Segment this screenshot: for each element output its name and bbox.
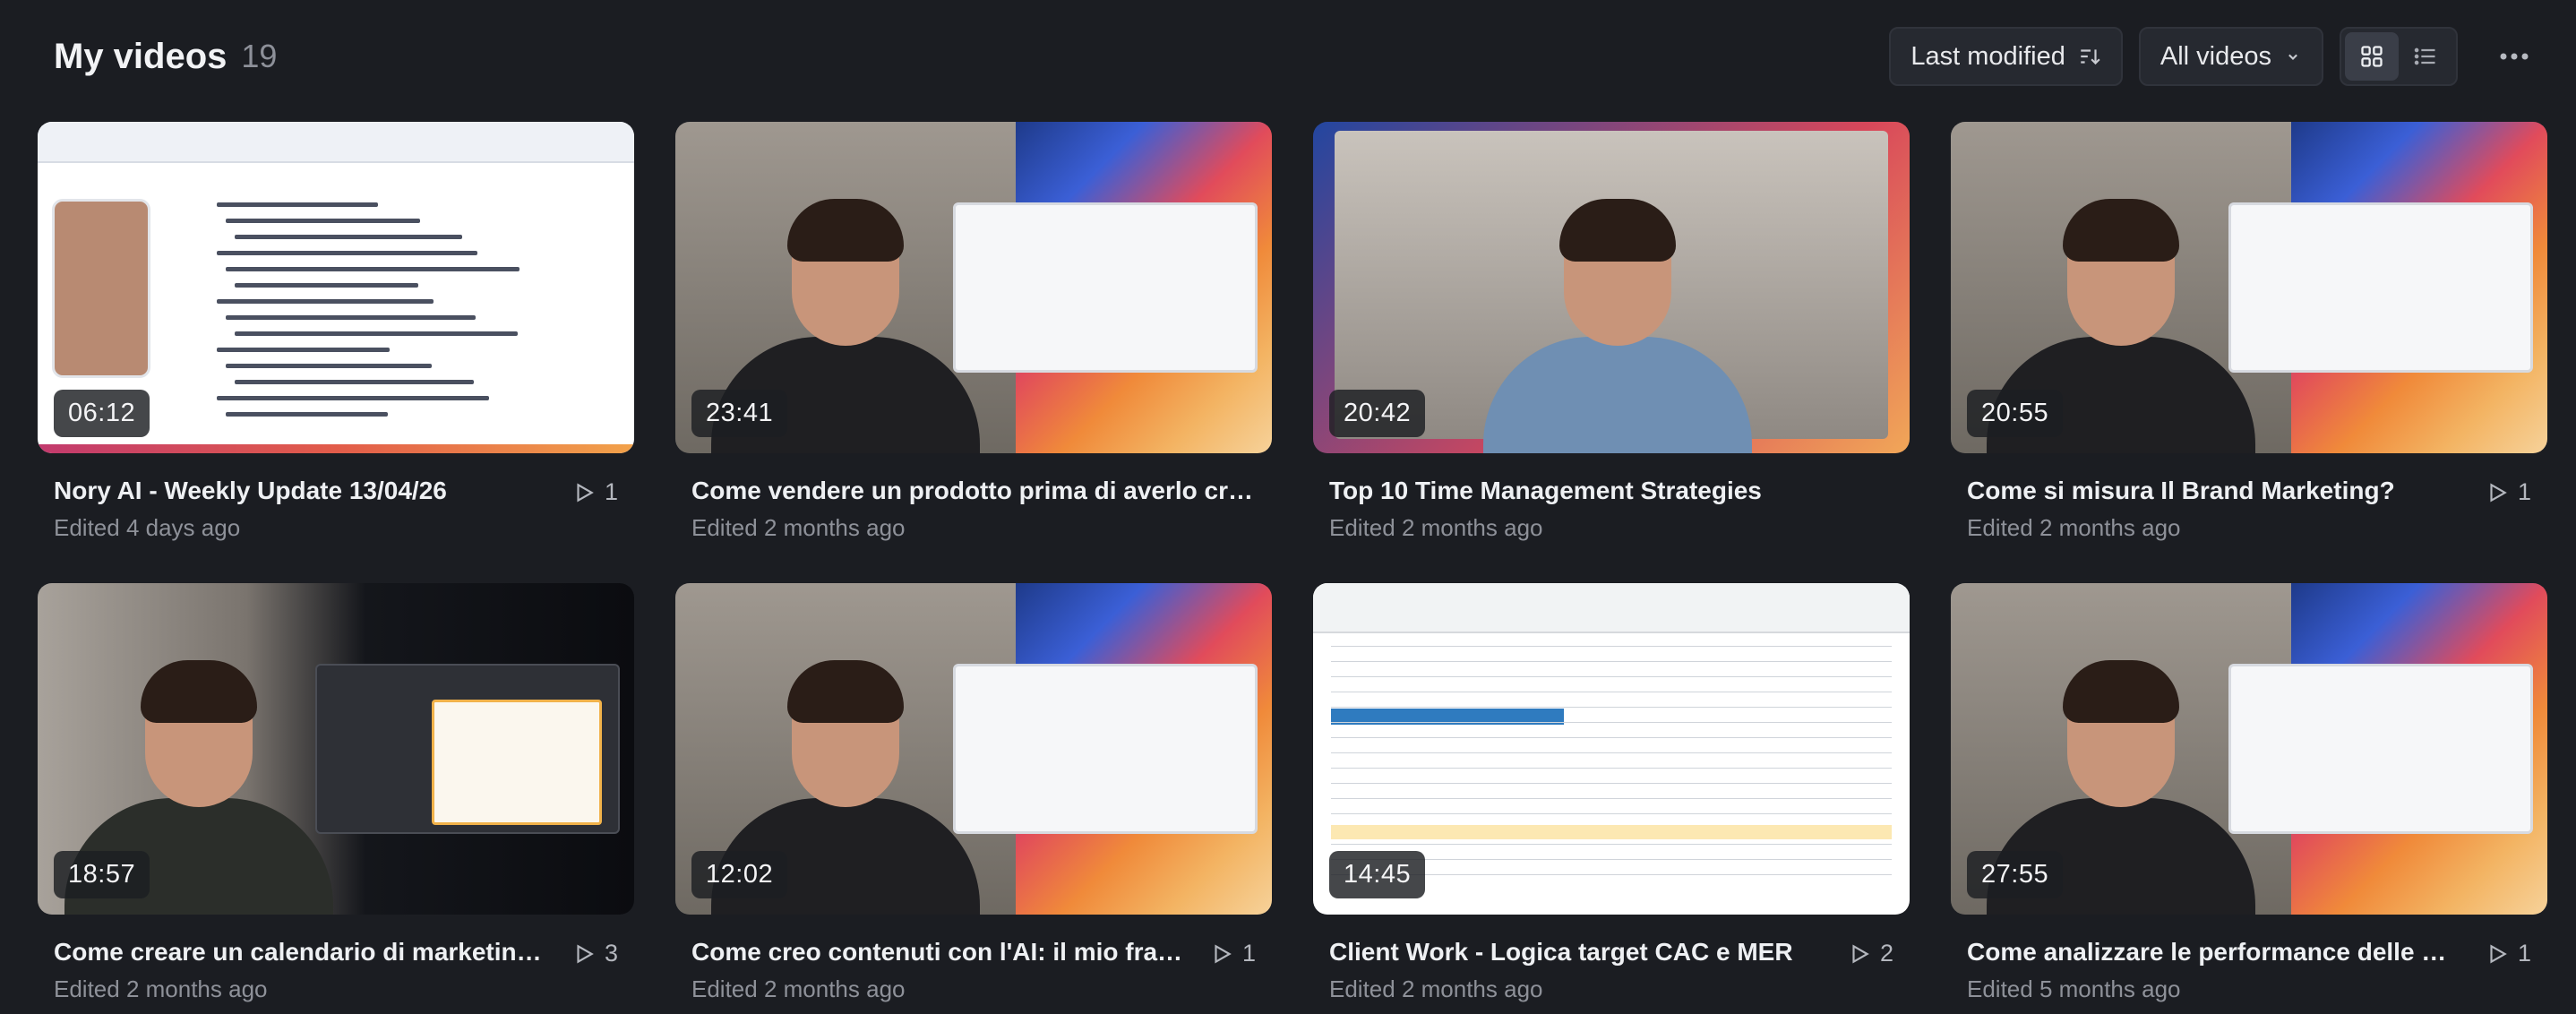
video-thumbnail[interactable]: 14:45: [1313, 583, 1910, 915]
edited-time: Edited 2 months ago: [1329, 975, 1543, 1002]
video-thumbnail[interactable]: 06:12: [38, 122, 634, 453]
video-card[interactable]: 18:57 Come creare un calendario di marke…: [38, 583, 634, 1003]
video-meta: Come si misura Il Brand Marketing? Edite…: [1951, 477, 2547, 542]
video-title[interactable]: Come creo contenuti con l'AI: il mio fra…: [691, 938, 1196, 967]
page-title: My videos: [54, 36, 228, 76]
video-meta: Come creo contenuti con l'AI: il mio fra…: [675, 938, 1272, 1003]
edited-time: Edited 5 months ago: [1967, 975, 2181, 1002]
video-thumbnail[interactable]: 20:42: [1313, 122, 1910, 453]
list-view-button[interactable]: [2399, 32, 2452, 81]
view-toggle: [2340, 27, 2458, 86]
view-count: 1: [1210, 940, 1256, 967]
view-count-number: 1: [2517, 940, 2531, 967]
video-thumbnail[interactable]: 18:57: [38, 583, 634, 915]
grid-view-icon: [2361, 46, 2383, 67]
view-count-number: 1: [2517, 478, 2531, 505]
video-duration: 18:57: [54, 851, 150, 898]
more-options-button[interactable]: [2485, 27, 2544, 86]
edited-time: Edited 2 months ago: [691, 514, 906, 541]
video-meta: Come vendere un prodotto prima di averlo…: [675, 477, 1272, 542]
video-duration: 12:02: [691, 851, 788, 898]
play-outline-icon: [577, 482, 594, 503]
video-card[interactable]: 20:42 Top 10 Time Management Strategies …: [1313, 122, 1910, 542]
edited-time: Edited 2 months ago: [691, 975, 906, 1002]
video-duration: 23:41: [691, 390, 788, 437]
sort-descending-icon: [2081, 49, 2100, 65]
video-title[interactable]: Come vendere un prodotto prima di averlo…: [691, 477, 1256, 505]
view-count: 1: [2486, 478, 2531, 506]
chevron-down-icon: [2288, 54, 2297, 60]
video-thumbnail[interactable]: 23:41: [675, 122, 1272, 453]
sort-label: Last modified: [1911, 41, 2065, 71]
view-count-number: 2: [1879, 940, 1893, 967]
video-duration: 06:12: [54, 390, 150, 437]
video-count: 19: [241, 38, 278, 74]
video-meta: Come creare un calendario di marketin… E…: [38, 938, 634, 1003]
view-count-number: 3: [604, 940, 618, 967]
video-duration: 20:55: [1967, 390, 2064, 437]
filter-dropdown[interactable]: All videos: [2138, 27, 2323, 86]
video-title[interactable]: Come analizzare le performance delle …: [1967, 938, 2471, 967]
video-thumbnail[interactable]: 12:02: [675, 583, 1272, 915]
edited-time: Edited 2 months ago: [54, 975, 268, 1002]
view-count: 1: [572, 478, 618, 506]
video-meta: Top 10 Time Management Strategies Edited…: [1313, 477, 1910, 542]
video-title[interactable]: Top 10 Time Management Strategies: [1329, 477, 1893, 505]
video-duration: 27:55: [1967, 851, 2064, 898]
video-grid: 06:12 Nory AI - Weekly Update 13/04/26 E…: [38, 122, 2547, 1003]
video-title[interactable]: Client Work - Logica target CAC e MER: [1329, 938, 1833, 967]
video-meta: Nory AI - Weekly Update 13/04/26 Edited …: [38, 477, 634, 542]
video-card[interactable]: 27:55 Come analizzare le performance del…: [1951, 583, 2547, 1003]
list-view-icon: [2414, 47, 2435, 65]
edited-time: Edited 2 months ago: [1329, 514, 1543, 541]
play-outline-icon: [577, 943, 594, 964]
sort-dropdown[interactable]: Last modified: [1889, 27, 2123, 86]
view-count-number: 1: [604, 478, 618, 505]
video-duration: 14:45: [1329, 851, 1426, 898]
page-header: My videos 19 Last modified All videos: [54, 27, 2544, 86]
video-card[interactable]: 23:41 Come vendere un prodotto prima di …: [675, 122, 1272, 542]
view-count: 3: [572, 940, 618, 967]
view-count: 1: [2486, 940, 2531, 967]
play-outline-icon: [2490, 482, 2507, 503]
edited-time: Edited 2 months ago: [1967, 514, 2181, 541]
filter-label: All videos: [2160, 41, 2271, 71]
more-horizontal-icon: [2500, 53, 2529, 60]
video-duration: 20:42: [1329, 390, 1426, 437]
play-outline-icon: [1852, 943, 1869, 964]
video-card[interactable]: 14:45 Client Work - Logica target CAC e …: [1313, 583, 1910, 1003]
video-title[interactable]: Come creare un calendario di marketin…: [54, 938, 558, 967]
play-outline-icon: [1215, 943, 1232, 964]
grid-view-button[interactable]: [2345, 32, 2399, 81]
video-thumbnail[interactable]: 20:55: [1951, 122, 2547, 453]
view-count: 2: [1848, 940, 1893, 967]
video-card[interactable]: 20:55 Come si misura Il Brand Marketing?…: [1951, 122, 2547, 542]
video-card[interactable]: 06:12 Nory AI - Weekly Update 13/04/26 E…: [38, 122, 634, 542]
video-meta: Come analizzare le performance delle … E…: [1951, 938, 2547, 1003]
video-thumbnail[interactable]: 27:55: [1951, 583, 2547, 915]
play-outline-icon: [2490, 943, 2507, 964]
edited-time: Edited 4 days ago: [54, 514, 241, 541]
video-meta: Client Work - Logica target CAC e MER Ed…: [1313, 938, 1910, 1003]
video-card[interactable]: 12:02 Come creo contenuti con l'AI: il m…: [675, 583, 1272, 1003]
view-count-number: 1: [1241, 940, 1256, 967]
video-title[interactable]: Nory AI - Weekly Update 13/04/26: [54, 477, 558, 505]
video-title[interactable]: Come si misura Il Brand Marketing?: [1967, 477, 2471, 505]
